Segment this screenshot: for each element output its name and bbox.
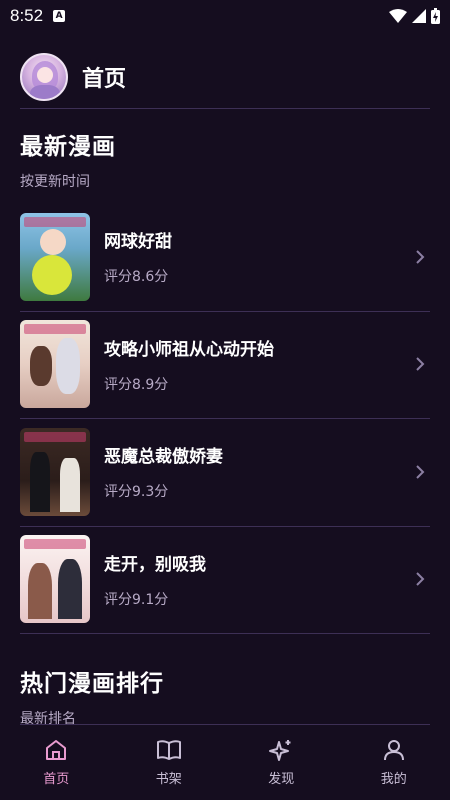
hot-section-title: 热门漫画排行: [20, 671, 164, 697]
chevron-right-icon: [410, 569, 430, 589]
comic-score: 评分9.3分: [104, 484, 169, 501]
tab-mine-label: 我的: [380, 772, 407, 787]
tab-discover-label: 发现: [268, 772, 295, 787]
sparkle-icon: [269, 740, 291, 761]
signal-icon: [412, 9, 426, 23]
comic-score: 评分9.1分: [104, 591, 169, 608]
comic-title: 走开，别吸我: [104, 554, 206, 575]
home-icon: [46, 740, 67, 760]
battery-icon: [431, 8, 440, 24]
chevron-right-icon: [410, 354, 430, 374]
comic-title: 攻略小师祖从心动开始: [104, 339, 274, 360]
status-time: 8:52: [10, 6, 44, 25]
comic-title: 网球好甜: [104, 232, 172, 253]
latest-comic-list: 网球好甜 评分8.6分 攻略小师祖从心动开始 评分8.9分 恶魔总裁傲娇妻 评分…: [0, 203, 450, 633]
tab-bookshelf-label: 书架: [155, 772, 182, 787]
app-header: 首页: [0, 32, 450, 108]
tab-bookshelf[interactable]: 书架: [119, 738, 219, 787]
tab-home-label: 首页: [43, 772, 70, 787]
comic-row[interactable]: 网球好甜 评分8.6分: [0, 203, 450, 311]
comic-row[interactable]: 攻略小师祖从心动开始 评分8.9分: [0, 310, 450, 419]
notification-icon: A: [53, 10, 66, 22]
avatar[interactable]: [20, 53, 68, 101]
status-bar: 8:52 A: [0, 0, 450, 32]
comic-cover: [20, 535, 90, 624]
hot-section-header: 热门漫画排行 最新排名: [0, 634, 450, 728]
book-icon: [156, 740, 181, 760]
tab-discover[interactable]: 发现: [231, 738, 331, 787]
comic-row[interactable]: 走开，别吸我 评分9.1分: [0, 525, 450, 634]
comic-title: 恶魔总裁傲娇妻: [104, 447, 223, 468]
user-icon: [383, 740, 404, 761]
comic-row[interactable]: 恶魔总裁傲娇妻 评分9.3分: [0, 418, 450, 526]
comic-cover: [20, 427, 90, 516]
comic-cover: [20, 320, 90, 409]
chevron-right-icon: [410, 462, 430, 482]
wifi-icon: [389, 9, 407, 23]
comic-cover: [20, 212, 90, 301]
bottom-tab-bar: 首页 书架 发现 我的: [0, 725, 450, 800]
latest-section-subtitle: 按更新时间: [20, 174, 90, 190]
tab-home[interactable]: 首页: [6, 738, 106, 787]
latest-section-title: 最新漫画: [20, 134, 116, 160]
comic-score: 评分8.9分: [104, 376, 169, 393]
comic-score: 评分8.6分: [104, 269, 169, 286]
tab-mine[interactable]: 我的: [344, 738, 444, 787]
page-title: 首页: [82, 67, 127, 92]
chevron-right-icon: [410, 247, 430, 267]
latest-section-header: 最新漫画 按更新时间: [0, 109, 450, 191]
